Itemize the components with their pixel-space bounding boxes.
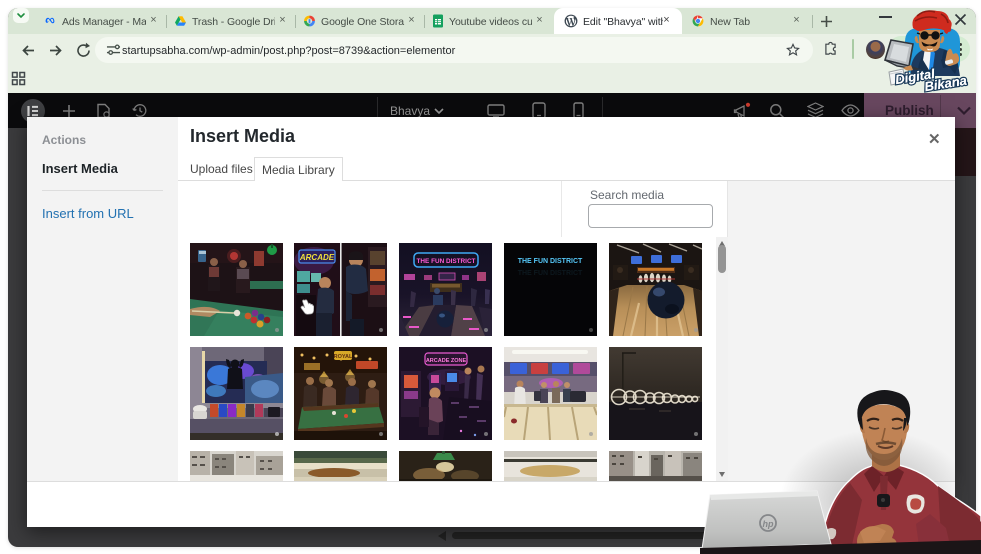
svg-text:ROYAL: ROYAL bbox=[334, 354, 353, 360]
svg-text:THE FUN DISTRICT: THE FUN DISTRICT bbox=[417, 258, 476, 265]
svg-text:THE FUN DISTRICT: THE FUN DISTRICT bbox=[518, 270, 583, 277]
svg-text:THE FUN DISTRICT: THE FUN DISTRICT bbox=[518, 258, 583, 265]
svg-text:ARCADE: ARCADE bbox=[299, 253, 335, 262]
svg-text:hp: hp bbox=[763, 519, 774, 529]
svg-text:ARCADE ZONE: ARCADE ZONE bbox=[426, 358, 467, 364]
